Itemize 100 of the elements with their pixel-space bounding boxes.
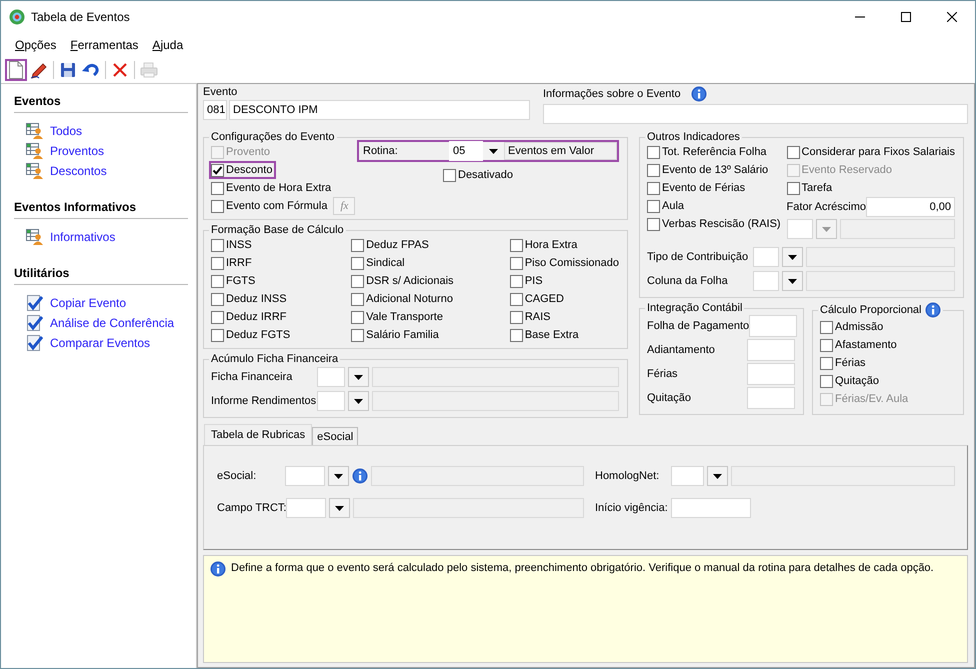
checkbox-label: Evento de Hora Extra bbox=[226, 182, 332, 194]
sidebar-link[interactable]: Todos bbox=[50, 124, 82, 138]
code-field[interactable] bbox=[753, 247, 779, 267]
field-label: Rotina: bbox=[362, 145, 399, 157]
checkbox[interactable] bbox=[351, 328, 364, 342]
dropdown-button[interactable] bbox=[782, 247, 803, 267]
checkbox[interactable] bbox=[647, 164, 660, 176]
checkbox[interactable] bbox=[510, 274, 523, 288]
sidebar-link[interactable]: Comparar Eventos bbox=[50, 336, 150, 350]
menu-item[interactable]: Ferramentas bbox=[63, 38, 146, 52]
caret-icon bbox=[354, 398, 363, 404]
checkbox[interactable] bbox=[443, 168, 456, 182]
checkbox[interactable] bbox=[510, 292, 523, 306]
field-label: Evento bbox=[203, 86, 238, 98]
dropdown-button[interactable] bbox=[348, 367, 369, 387]
checkbox-label: INSS bbox=[226, 239, 252, 251]
checkbox[interactable] bbox=[786, 146, 800, 158]
code-field[interactable] bbox=[753, 271, 779, 291]
field-label: Fator Acréscimo bbox=[786, 201, 866, 213]
dropdown-button[interactable] bbox=[707, 466, 728, 486]
checkbox-label: Considerar para Fixos Salariais bbox=[802, 146, 955, 158]
caret-icon bbox=[334, 474, 343, 478]
code-field[interactable] bbox=[671, 466, 704, 486]
date-field[interactable] bbox=[671, 498, 751, 518]
checkbox[interactable] bbox=[647, 200, 660, 212]
checkbox[interactable] bbox=[510, 310, 523, 324]
info-icon[interactable] bbox=[352, 468, 368, 484]
undo-icon bbox=[82, 62, 100, 78]
sidebar-link[interactable]: Copiar Evento bbox=[50, 296, 126, 310]
checkbox[interactable] bbox=[211, 328, 224, 342]
checkbox-label: Tot. Referência Folha bbox=[662, 146, 767, 158]
checkbox[interactable] bbox=[820, 356, 833, 370]
account-field[interactable] bbox=[747, 339, 795, 361]
name-field[interactable]: DESCONTO IPM bbox=[229, 100, 530, 120]
menu-item[interactable]: Opções bbox=[8, 38, 64, 52]
section-title: Eventos bbox=[14, 94, 62, 108]
code-field[interactable] bbox=[285, 466, 325, 486]
checkbox[interactable] bbox=[351, 310, 364, 324]
group-title: Acúmulo Ficha Financeira bbox=[210, 353, 340, 365]
code-field[interactable] bbox=[786, 219, 813, 239]
code-field[interactable] bbox=[317, 391, 345, 411]
checkbox[interactable] bbox=[510, 238, 523, 252]
checkbox[interactable] bbox=[351, 274, 364, 288]
checkbox[interactable] bbox=[351, 256, 364, 270]
account-field[interactable] bbox=[747, 363, 795, 385]
checkbox-label: Salário Familia bbox=[366, 329, 439, 341]
tab[interactable]: eSocial bbox=[312, 427, 358, 445]
section-title: Utilitários bbox=[14, 266, 70, 280]
sidebar-link[interactable]: Descontos bbox=[50, 164, 107, 178]
checkbox[interactable] bbox=[647, 218, 660, 230]
checkbox[interactable] bbox=[211, 292, 224, 306]
new-button[interactable] bbox=[5, 59, 27, 81]
checkbox[interactable] bbox=[820, 338, 833, 352]
sidebar-link[interactable]: Informativos bbox=[50, 230, 116, 244]
checkbox[interactable] bbox=[510, 328, 523, 342]
code-field[interactable] bbox=[317, 367, 345, 387]
field-label: Início vigência: bbox=[595, 502, 669, 514]
checkbox-label: Desativado bbox=[458, 169, 514, 181]
factor-field[interactable]: 0,00 bbox=[866, 197, 955, 217]
checkbox[interactable] bbox=[211, 182, 224, 194]
checkbox-label: Adicional Noturno bbox=[366, 293, 453, 305]
globe-icon bbox=[9, 9, 25, 25]
checkbox[interactable] bbox=[510, 256, 523, 270]
tab[interactable]: Tabela de Rubricas bbox=[204, 424, 312, 445]
sidebar-link[interactable]: Análise de Conferência bbox=[50, 316, 174, 330]
code-field[interactable]: 05 bbox=[449, 141, 483, 161]
info-field[interactable] bbox=[543, 104, 968, 124]
checkbox[interactable] bbox=[786, 182, 800, 194]
dropdown-button[interactable] bbox=[782, 271, 803, 291]
checkbox-label: RAIS bbox=[524, 311, 551, 323]
checkbox[interactable] bbox=[211, 274, 224, 288]
checkbox[interactable] bbox=[211, 310, 224, 324]
info-icon[interactable] bbox=[210, 561, 226, 577]
caret-icon bbox=[788, 254, 797, 260]
sidebar-link[interactable]: Proventos bbox=[50, 144, 104, 158]
checkbox[interactable] bbox=[820, 320, 833, 334]
code-field[interactable] bbox=[286, 498, 326, 518]
checkbox-label: Evento de 13º Salário bbox=[662, 164, 768, 176]
checkbox[interactable] bbox=[647, 146, 660, 158]
dropdown-button[interactable] bbox=[348, 391, 369, 411]
menu-item[interactable]: Ajuda bbox=[145, 38, 190, 52]
info-icon[interactable] bbox=[924, 302, 940, 318]
checkbox[interactable] bbox=[211, 200, 224, 212]
account-field[interactable] bbox=[749, 315, 798, 337]
checkbox[interactable] bbox=[211, 256, 224, 270]
checkbox-label: PIS bbox=[524, 275, 543, 287]
checkbox[interactable] bbox=[820, 374, 833, 388]
checkbox[interactable] bbox=[351, 238, 364, 252]
checkbox-label: Afastamento bbox=[835, 339, 897, 351]
checkbox-label: Aula bbox=[662, 200, 684, 212]
dropdown-button[interactable] bbox=[328, 466, 349, 486]
checkbox[interactable] bbox=[211, 164, 224, 176]
group-title: Integração Contábil bbox=[646, 302, 744, 314]
dropdown-button[interactable] bbox=[329, 498, 350, 518]
checkbox[interactable] bbox=[211, 238, 224, 252]
checkbox[interactable] bbox=[647, 182, 660, 194]
code-field[interactable]: 081 bbox=[203, 100, 227, 120]
account-field[interactable] bbox=[747, 387, 795, 409]
info-icon[interactable] bbox=[690, 86, 707, 102]
checkbox[interactable] bbox=[351, 292, 364, 306]
